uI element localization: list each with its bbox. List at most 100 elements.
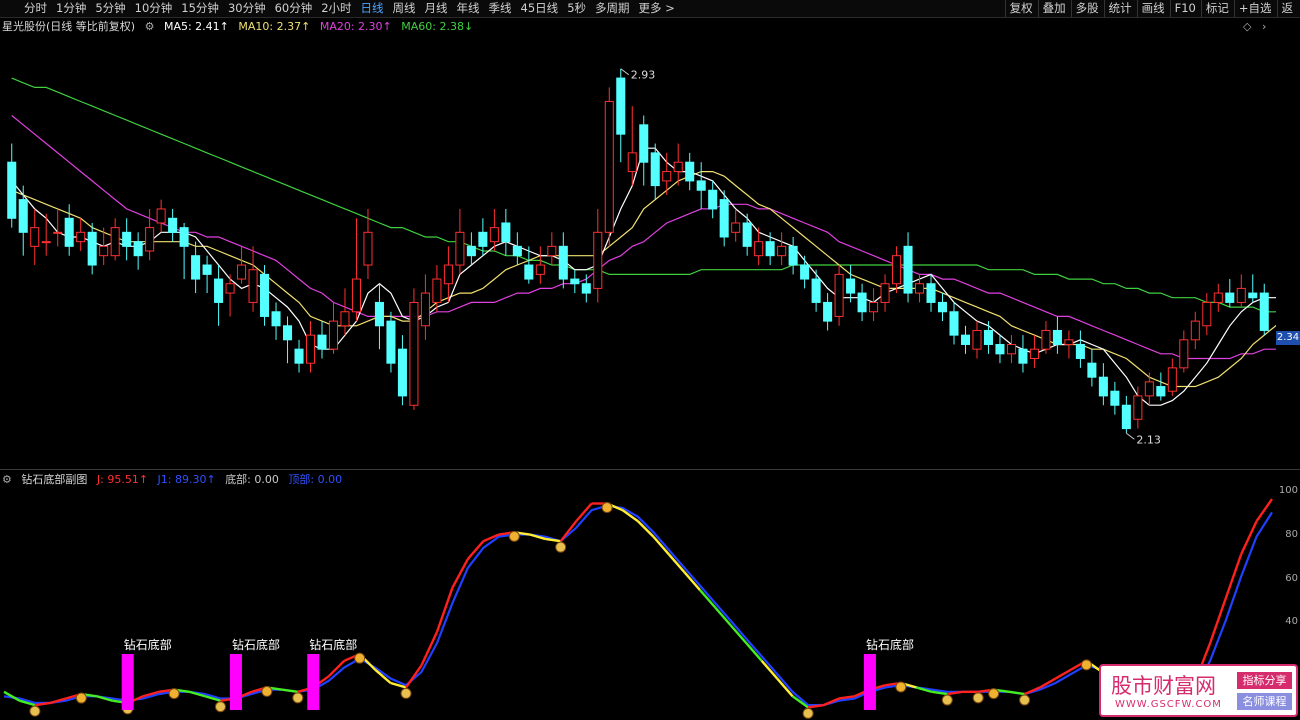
watermark-title: 股市财富网: [1111, 674, 1216, 698]
money-bag-icon: [75, 692, 87, 704]
last-price-badge: 2.34: [1276, 331, 1300, 345]
candle-body: [53, 231, 63, 234]
candle-body: [214, 278, 224, 303]
candle-body: [145, 227, 155, 252]
candle-body: [1121, 404, 1131, 430]
candle-body: [374, 301, 384, 327]
candle-body: [960, 334, 971, 345]
candle-body: [1156, 386, 1166, 397]
candle-body: [696, 180, 706, 191]
candle-body: [420, 292, 430, 327]
candle-body: [903, 245, 913, 294]
j-line-segment: [1008, 690, 1025, 696]
candle-body: [225, 283, 235, 294]
candle-body: [489, 227, 499, 243]
candle-body: [340, 311, 350, 327]
diamond-bottom-bar: [307, 654, 320, 710]
candle-body: [260, 273, 270, 317]
y-tick: 100: [1278, 485, 1298, 496]
candle-body: [110, 227, 120, 257]
candle-body: [926, 283, 936, 303]
money-bag-icon: [508, 530, 520, 542]
candle-body: [512, 245, 522, 257]
candle-body: [466, 245, 476, 257]
legend-bottom: 底部: 0.00: [225, 473, 279, 486]
high-price-label: 2.93: [631, 69, 656, 82]
candle-body: [1052, 329, 1062, 345]
candle-body: [662, 171, 672, 182]
candle-body: [846, 278, 856, 294]
candle-body: [237, 264, 247, 280]
candle-body: [1041, 329, 1051, 350]
j-line-segment: [1239, 520, 1258, 555]
candle-body: [1133, 395, 1143, 420]
candle-body: [386, 320, 396, 364]
right-axis: 100 80 60 40: [1276, 18, 1300, 718]
legend-j1: J1: 89.30↑: [157, 473, 216, 486]
watermark-url: WWW.GSCFW.COM: [1115, 699, 1222, 710]
candle-body: [673, 161, 683, 173]
candle-body: [30, 227, 40, 247]
toolbar-separator: [1276, 0, 1278, 17]
diamond-icon: [214, 701, 226, 713]
candle-body: [76, 231, 86, 243]
candle-body: [719, 199, 729, 238]
candle-body: [1029, 348, 1039, 360]
candle-body: [823, 301, 833, 322]
diamond-bottom-label: 钻石底部: [123, 638, 172, 652]
money-bag-icon: [354, 652, 366, 664]
candle-body: [892, 255, 902, 285]
money-bag-icon: [988, 688, 1000, 700]
candle-body: [191, 255, 201, 280]
j-line-segment: [745, 642, 763, 662]
candle-body: [949, 311, 959, 336]
j-line-segment: [776, 677, 794, 698]
j-line-segment: [729, 624, 748, 644]
diamond-icon: [555, 541, 567, 553]
money-bag-icon: [895, 681, 907, 693]
j1-line: [3, 504, 1273, 707]
diamond-icon: [29, 705, 41, 717]
candle-body: [305, 334, 316, 364]
candle-body: [1098, 376, 1108, 397]
candle-body: [122, 231, 132, 247]
candle-body: [443, 264, 453, 285]
candle-body: [937, 301, 948, 313]
money-bag-icon: [261, 685, 273, 697]
j-line-segment: [714, 606, 732, 627]
diamond-bottom-label: 钻石底部: [231, 638, 280, 652]
settings-icon[interactable]: ⚙: [2, 473, 12, 486]
candle-body: [742, 222, 752, 247]
candle-body: [547, 245, 557, 257]
candle-body: [788, 245, 798, 266]
kline-chart[interactable]: 2.93 2.13: [0, 0, 1276, 720]
candle-body: [1087, 362, 1097, 378]
diamond-icon: [972, 692, 984, 704]
toolbar-button[interactable]: 返: [1282, 1, 1294, 16]
high-marker: [620, 68, 630, 76]
candle-body: [294, 348, 304, 364]
candle-body: [7, 161, 17, 219]
candle-body: [1190, 320, 1200, 341]
candle-body: [593, 231, 603, 289]
ma5-line: [11, 147, 1276, 406]
j-line-segment: [1054, 668, 1072, 680]
candle-body: [1179, 339, 1189, 369]
candle-body: [1167, 367, 1177, 392]
diamond-icon: [400, 687, 412, 699]
candle-body: [351, 278, 361, 313]
candle-body: [535, 264, 545, 275]
candle-body: [639, 124, 649, 163]
candle-body: [1110, 390, 1120, 406]
candle-body: [604, 100, 614, 233]
candle-body: [685, 161, 695, 182]
candle-body: [271, 311, 281, 327]
candle-body: [972, 329, 982, 350]
candle-body: [455, 231, 465, 266]
candle-body: [754, 241, 764, 257]
candle-body: [179, 227, 189, 247]
diamond-icon: [802, 707, 814, 719]
candle-body: [363, 231, 373, 266]
j-line-segment: [652, 535, 670, 556]
diamond-icon: [941, 694, 953, 706]
